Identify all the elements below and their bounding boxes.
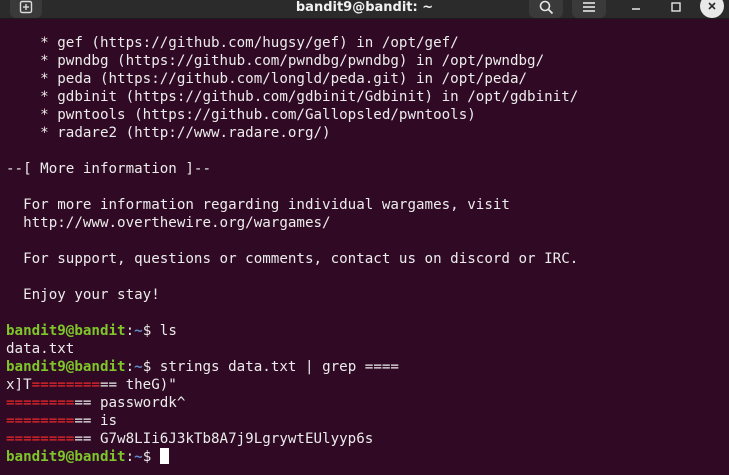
grep-suffix: == passwordk^ bbox=[74, 395, 186, 411]
minimize-icon bbox=[632, 8, 640, 10]
grep-match: ======== bbox=[6, 413, 75, 429]
motd-tool-gef: * gef (https://github.com/hugsy/gef) in … bbox=[6, 35, 459, 51]
motd-tool-gdbinit: * gdbinit (https://github.com/gdbinit/Gd… bbox=[6, 89, 579, 105]
prompt-dollar: $ bbox=[142, 449, 152, 465]
motd-tool-radare2: * radare2 (http://www.radare.org/) bbox=[6, 125, 331, 141]
command-line-strings: bandit9@bandit:~$ strings data.txt | gre… bbox=[6, 358, 399, 376]
command-line-ls: bandit9@bandit:~$ ls bbox=[6, 322, 177, 340]
terminal-area[interactable]: * gef (https://github.com/hugsy/gef) in … bbox=[0, 18, 729, 475]
maximize-button[interactable] bbox=[664, 0, 688, 18]
current-prompt[interactable]: bandit9@bandit:~$ bbox=[6, 448, 169, 466]
window-title: bandit9@bandit: ~ bbox=[295, 0, 434, 15]
prompt-separator: : bbox=[125, 449, 135, 465]
prompt-path: ~ bbox=[134, 449, 143, 465]
search-button[interactable] bbox=[529, 0, 563, 18]
menu-button[interactable] bbox=[572, 0, 606, 18]
motd-info-url: http://www.overthewire.org/wargames/ bbox=[6, 215, 331, 231]
motd-tool-peda: * peda (https://github.com/longld/peda.g… bbox=[6, 71, 528, 87]
grep-match: ======== bbox=[6, 395, 75, 411]
grep-suffix: == theG)" bbox=[99, 377, 177, 393]
motd-support-line: For support, questions or comments, cont… bbox=[6, 251, 579, 267]
grep-prefix: x]T bbox=[6, 377, 32, 393]
search-icon bbox=[539, 0, 553, 14]
grep-result-line: x]T========== theG)" bbox=[6, 376, 177, 394]
prompt-user-host: bandit9@bandit bbox=[6, 449, 126, 465]
prompt-separator: : bbox=[125, 359, 135, 375]
close-icon bbox=[708, 2, 716, 10]
prompt-path: ~ bbox=[134, 323, 143, 339]
grep-result-line: ========== is bbox=[6, 412, 117, 430]
grep-suffix: == G7w8LIi6J3kTb8A7j9LgrywtEUlyyp6s bbox=[74, 431, 374, 447]
maximize-icon bbox=[671, 2, 681, 12]
motd-tool-pwntools: * pwntools (https://github.com/Gallopsle… bbox=[6, 107, 476, 123]
grep-result-line: ========== passwordk^ bbox=[6, 394, 185, 412]
command-text: strings data.txt | grep ==== bbox=[151, 359, 399, 375]
title-bar: bandit9@bandit: ~ bbox=[0, 0, 729, 19]
prompt-dollar: $ bbox=[142, 323, 152, 339]
prompt-separator: : bbox=[125, 323, 135, 339]
command-output-ls: data.txt bbox=[6, 341, 75, 357]
grep-result-line: ========== G7w8LIi6J3kTb8A7j9LgrywtEUlyy… bbox=[6, 430, 373, 448]
grep-match: ======== bbox=[31, 377, 100, 393]
prompt-user-host: bandit9@bandit bbox=[6, 323, 126, 339]
motd-tool-pwndbg: * pwndbg (https://github.com/pwndbg/pwnd… bbox=[6, 53, 545, 69]
motd-enjoy-line: Enjoy your stay! bbox=[6, 287, 160, 303]
grep-match: ======== bbox=[6, 431, 75, 447]
prompt-path: ~ bbox=[134, 359, 143, 375]
command-text: ls bbox=[151, 323, 177, 339]
motd-more-info-header: --[ More information ]-- bbox=[6, 161, 211, 177]
text-cursor bbox=[159, 448, 169, 464]
motd-info-line: For more information regarding individua… bbox=[6, 197, 510, 213]
prompt-dollar: $ bbox=[142, 359, 152, 375]
prompt-user-host: bandit9@bandit bbox=[6, 359, 126, 375]
hamburger-menu-icon bbox=[583, 2, 595, 12]
grep-suffix: == is bbox=[74, 413, 118, 429]
minimize-button[interactable] bbox=[624, 0, 648, 18]
